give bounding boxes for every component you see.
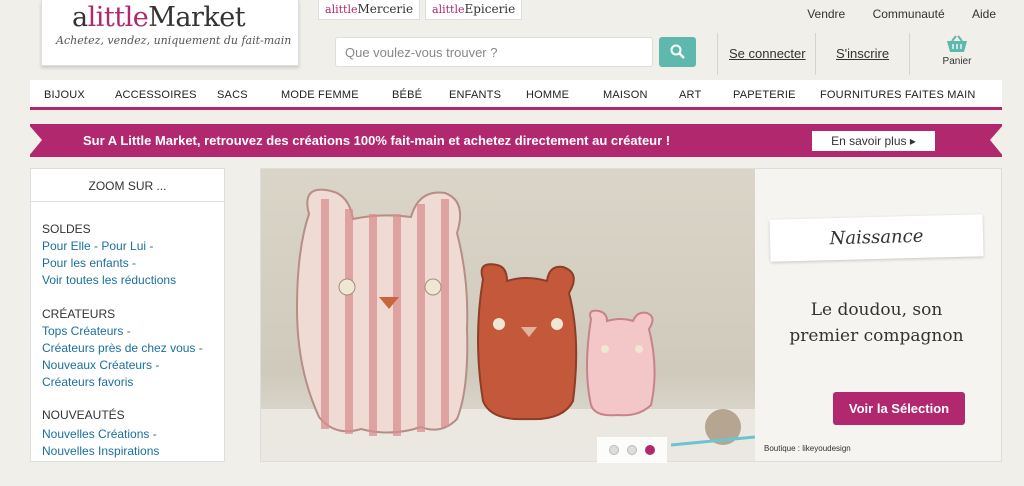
nav-item-homme[interactable]: HOMME [526,89,569,101]
header-divider [815,33,816,75]
site-logo[interactable]: alittleMarket Achetez, vendez, uniquemen… [41,0,299,66]
top-link-aide[interactable]: Aide [972,7,996,21]
search-input[interactable]: Que voulez-vous trouver ? [335,37,653,67]
nav-item-mode-femme[interactable]: MODE FEMME [281,89,359,101]
medium-orange-plush [477,263,578,421]
sidebar-link[interactable]: Pour Elle - Pour Lui - [42,239,153,253]
nav-item-enfants[interactable]: ENFANTS [449,89,501,101]
logo-tagline: Achetez, vendez, uniquement du fait-main [56,34,292,47]
search-button[interactable] [659,37,696,67]
cart-label: Panier [942,56,972,67]
category-nav: BIJOUX ACCESSOIRES SACS MODE FEMME BÉBÉ … [30,80,1002,110]
sidebar-link[interactable]: Créateurs près de chez vous - [42,341,203,355]
sidebar-title: ZOOM SUR ... [31,169,224,202]
header-divider [909,33,910,75]
nav-item-papeterie[interactable]: PAPETERIE [733,89,796,101]
logo-wordmark: alittleMarket [72,2,246,33]
basket-icon [947,35,967,52]
caption-line: Le doudou, son [810,300,943,320]
sidebar-section-title: CRÉATEURS [42,307,116,321]
page: alittleMarket Achetez, vendez, uniquemen… [0,0,1024,486]
banner-text: Sur A Little Market, retrouvez des créat… [83,133,671,148]
nav-item-fournitures[interactable]: FOURNITURES FAITES MAIN [820,89,976,101]
login-link[interactable]: Se connecter [729,46,806,61]
caret-right-icon: ▸ [909,134,916,148]
sidebar-link[interactable]: Tops Créateurs - [42,324,131,338]
slide-dot-2[interactable] [627,445,637,455]
slide-dot-1[interactable] [609,445,619,455]
subsite-mercerie-link[interactable]: alittleMercerie [318,0,421,20]
sidebar-link[interactable]: Créateurs favoris [42,375,133,389]
sidebar-link[interactable]: Voir toutes les réductions [42,273,176,287]
top-link-vendre[interactable]: Vendre [807,7,845,21]
nav-item-bijoux[interactable]: BIJOUX [44,89,85,101]
nav-item-accessoires[interactable]: ACCESSOIRES [115,89,197,101]
shop-credit: Boutique : likeyoudesign [764,444,851,453]
small-pink-plush [586,309,656,417]
caption-line: premier compagnon [789,326,964,346]
collection-label: Naissance [769,214,984,262]
sidebar-section-title: SOLDES [42,222,91,236]
top-link-communaute[interactable]: Communauté [873,7,945,21]
promo-banner: Sur A Little Market, retrouvez des créat… [28,124,1004,157]
zoom-sidebar: ZOOM SUR ... SOLDES Pour Elle - Pour Lui… [30,168,225,462]
hero-photo[interactable] [261,169,755,461]
search-icon [670,44,685,59]
subsite-epicerie-link[interactable]: alittleEpicerie [425,0,523,20]
slider-pagination [597,437,667,463]
signup-link[interactable]: S'inscrire [836,46,889,61]
header-divider [717,33,718,75]
sidebar-link[interactable]: Pour les enfants - [42,256,136,270]
large-striped-plush [295,188,469,436]
cart-button[interactable]: Panier [937,35,977,67]
learn-more-button[interactable]: En savoir plus ▸ [812,131,935,151]
hero-caption: Le doudou, son premier compagnon [770,297,983,349]
nav-item-bebe[interactable]: BÉBÉ [392,89,422,101]
sidebar-section-title: NOUVEAUTÉS [42,408,125,422]
nav-item-maison[interactable]: MAISON [603,89,648,101]
slide-dot-3[interactable] [645,445,655,455]
sidebar-link[interactable]: Nouvelles Créations - [42,427,157,441]
sidebar-link[interactable]: Nouveaux Créateurs - [42,358,159,372]
nav-item-sacs[interactable]: SACS [217,89,248,101]
sidebar-link[interactable]: Nouvelles Inspirations [42,444,159,458]
view-selection-button[interactable]: Voir la Sélection [833,392,965,425]
top-links: Vendre Communauté Aide [783,7,996,21]
nav-item-art[interactable]: ART [679,89,701,101]
